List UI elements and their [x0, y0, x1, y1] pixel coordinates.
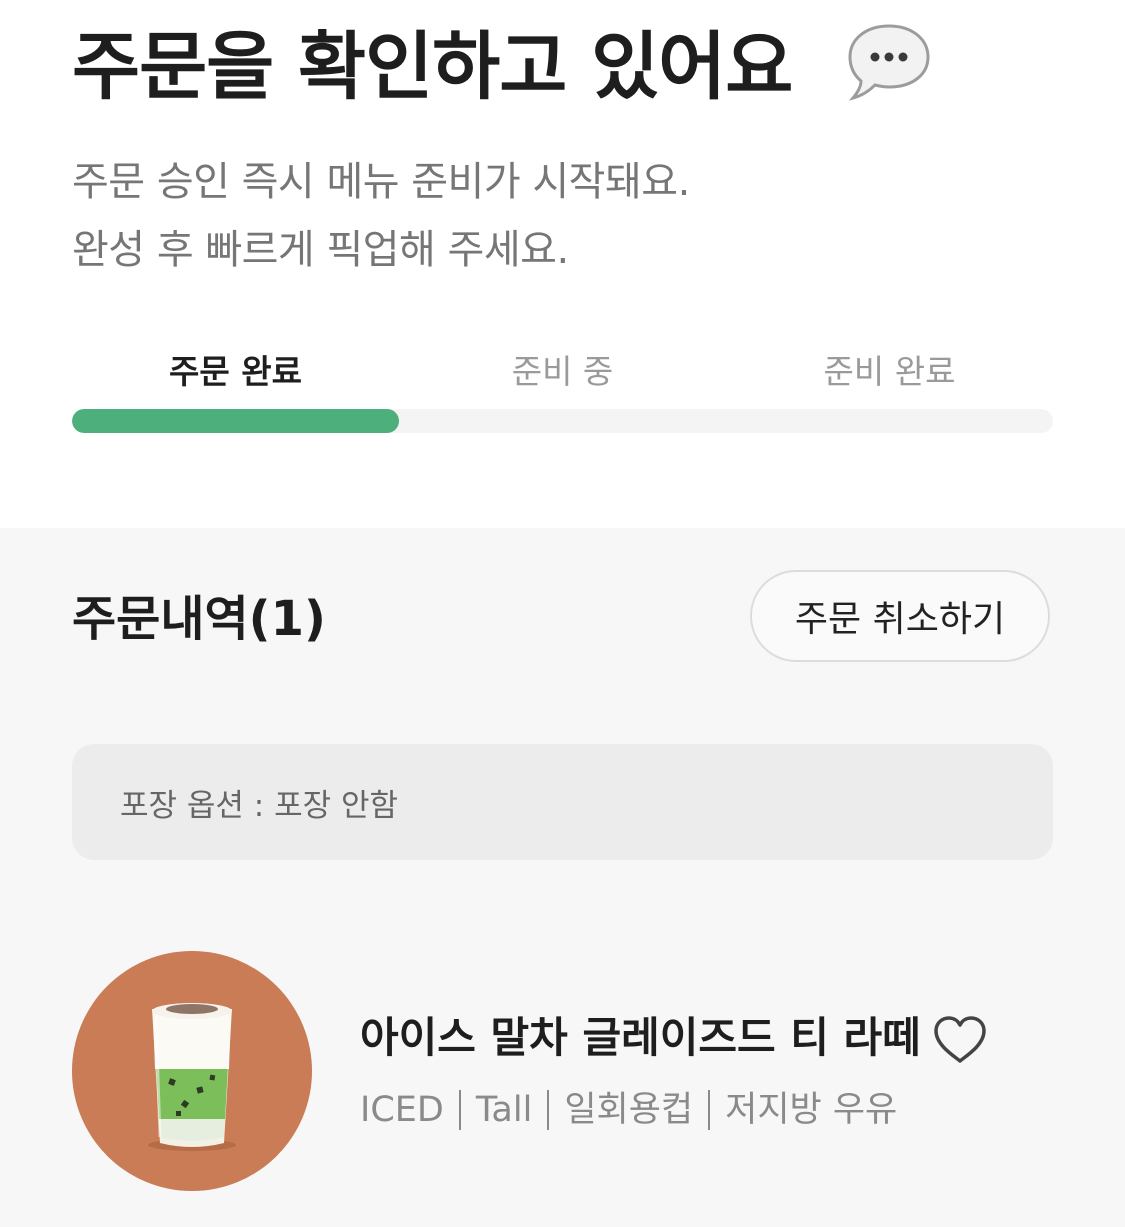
- subtitle-line-1: 주문 승인 즉시 메뉴 준비가 시작돼요.: [72, 159, 690, 205]
- order-history-title: 주문내역(1): [72, 591, 326, 647]
- option-cup: 일회용컵: [564, 1090, 694, 1130]
- page-subtitle: 주문 승인 즉시 메뉴 준비가 시작돼요. 완성 후 빠르게 픽업해 주세요.: [72, 148, 690, 284]
- progress-bar-fill: [72, 409, 399, 433]
- speech-bubble-icon: [848, 24, 930, 101]
- packaging-option-text: 포장 옵션 : 포장 안함: [120, 787, 399, 824]
- option-divider: [708, 1090, 711, 1130]
- progress-bar: [72, 409, 1053, 433]
- step-order-complete: 주문 완료: [169, 352, 302, 391]
- drink-illustration: [148, 1003, 236, 1151]
- step-preparing: 준비 중: [511, 352, 614, 391]
- step-ready: 준비 완료: [823, 352, 956, 391]
- option-divider: [458, 1090, 461, 1130]
- progress-steps: 주문 완료 준비 중 준비 완료: [72, 342, 1053, 402]
- heart-outline-icon[interactable]: [932, 1014, 988, 1066]
- matcha-latte-image: [72, 951, 312, 1191]
- option-size: Tall: [475, 1090, 533, 1130]
- product-options: ICED Tall 일회용컵 저지방 우유: [360, 1084, 897, 1136]
- order-status-header: 주문을 확인하고 있어요 주문 승인 즉시 메뉴 준비가 시작돼요. 완성 후 …: [0, 0, 1125, 528]
- option-temperature: ICED: [360, 1090, 444, 1130]
- product-name: 아이스 말차 글레이즈드 티 라떼: [360, 1013, 921, 1062]
- option-milk: 저지방 우유: [725, 1090, 898, 1130]
- order-details-section: 주문내역(1) 주문 취소하기 포장 옵션 : 포장 안함 아이스 말차 글레이…: [0, 528, 1125, 1227]
- packaging-option-box: 포장 옵션 : 포장 안함: [72, 744, 1053, 860]
- cancel-order-button[interactable]: 주문 취소하기: [750, 570, 1050, 662]
- page-title: 주문을 확인하고 있어요: [72, 23, 793, 110]
- subtitle-line-2: 완성 후 빠르게 픽업해 주세요.: [72, 227, 569, 273]
- option-divider: [547, 1090, 550, 1130]
